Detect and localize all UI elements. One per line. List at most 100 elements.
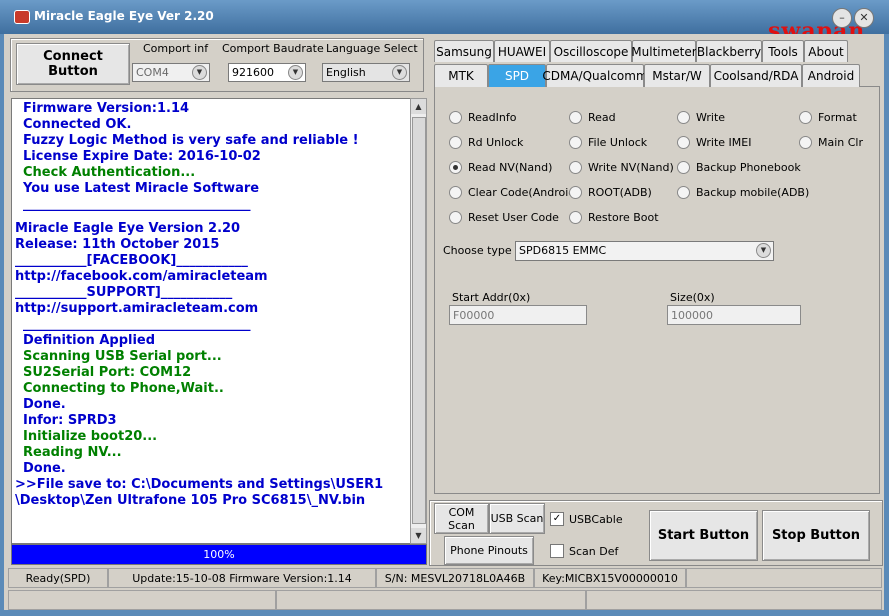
usb-cable-label: USBCable	[569, 512, 623, 526]
log-line: Fuzzy Logic Method is very safe and reli…	[23, 133, 359, 148]
spd-tab-panel: ReadInfo Read Write Format Rd Unlock File Unl…	[434, 86, 880, 494]
tab-mtk[interactable]: MTK	[434, 64, 488, 87]
scroll-up-icon[interactable]: ▲	[411, 99, 426, 114]
tab-spd[interactable]: SPD	[488, 64, 546, 87]
window-title: Miracle Eagle Eye Ver 2.20	[34, 9, 214, 23]
option-backup-mobile-adb-[interactable]: Backup mobile(ADB)	[677, 186, 809, 199]
radio-icon	[449, 136, 462, 149]
option-write[interactable]: Write	[677, 111, 725, 124]
tab-mstar-w[interactable]: Mstar/W	[644, 64, 710, 87]
title-bar[interactable]: Miracle Eagle Eye Ver 2.20 swapan – ✕	[0, 0, 889, 44]
option-reset-user-code[interactable]: Reset User Code	[449, 211, 559, 224]
option-label: Write NV(Nand)	[588, 161, 674, 174]
log-line: Done.	[23, 461, 66, 476]
usb-scan-button[interactable]: USB Scan	[489, 503, 545, 534]
size-label: Size(0x)	[670, 291, 715, 304]
connect-button[interactable]: Connect Button	[16, 43, 130, 85]
minimize-icon[interactable]: –	[832, 8, 852, 28]
log-line: Miracle Eagle Eye Version 2.20	[15, 221, 241, 236]
radio-icon	[677, 136, 690, 149]
start-addr-label: Start Addr(0x)	[452, 291, 531, 304]
option-format[interactable]: Format	[799, 111, 857, 124]
radio-icon	[569, 211, 582, 224]
chevron-down-icon: ▼	[192, 65, 207, 80]
strip-cell-3	[586, 590, 882, 610]
com-scan-button[interactable]: COM Scan	[434, 503, 489, 534]
log-line: You use Latest Miracle Software	[23, 181, 260, 196]
tab-about[interactable]: About	[804, 40, 848, 62]
radio-icon	[449, 211, 462, 224]
option-label: Backup Phonebook	[696, 161, 801, 174]
tab-coolsand-rda[interactable]: Coolsand/RDA	[710, 64, 802, 87]
radio-icon	[677, 161, 690, 174]
choose-type-value: SPD6815 EMMC	[519, 244, 607, 257]
close-icon[interactable]: ✕	[854, 8, 874, 28]
option-backup-phonebook[interactable]: Backup Phonebook	[677, 161, 801, 174]
stop-button[interactable]: Stop Button	[762, 510, 870, 561]
option-label: Read NV(Nand)	[468, 161, 553, 174]
choose-type-select[interactable]: SPD6815 EMMC ▼	[515, 241, 774, 261]
tab-blackberry[interactable]: Blackberry	[696, 40, 762, 62]
baud-label: Comport Baudrate	[222, 42, 324, 55]
status-update: Update:15-10-08 Firmware Version:1.14	[108, 568, 376, 588]
scroll-thumb[interactable]	[412, 117, 426, 524]
option-root-adb-[interactable]: ROOT(ADB)	[569, 186, 652, 199]
progress-text: 100%	[203, 548, 235, 561]
language-value: English	[326, 66, 366, 79]
option-label: Write IMEI	[696, 136, 752, 149]
scan-def-checkbox[interactable]: Scan Def	[550, 544, 618, 558]
status-empty	[686, 568, 882, 588]
log-line: Infor: SPRD3	[23, 413, 117, 428]
tab-oscilloscope[interactable]: Oscilloscope	[550, 40, 632, 62]
option-file-unlock[interactable]: File Unlock	[569, 136, 647, 149]
option-write-nv-nand-[interactable]: Write NV(Nand)	[569, 161, 674, 174]
log-line: Done.	[23, 397, 66, 412]
log-line: ___________[FACEBOOK]___________	[15, 253, 248, 268]
log-line: Connected OK.	[23, 117, 132, 132]
client-area: Connect Button Comport inf COM4 ▼ Comport…	[4, 34, 884, 610]
tab-cdma-qualcomm[interactable]: CDMA/Qualcomm	[542, 64, 648, 87]
strip-cell-2	[276, 590, 586, 610]
log-line: Reading NV...	[23, 445, 122, 460]
status-ready: Ready(SPD)	[8, 568, 108, 588]
size-value: 100000	[671, 309, 713, 322]
status-bar: Ready(SPD) Update:15-10-08 Firmware Vers…	[4, 566, 884, 588]
tab-android[interactable]: Android	[802, 64, 860, 87]
size-field[interactable]: 100000	[667, 305, 801, 325]
log-output[interactable]: Firmware Version:1.14 Connected OK. Fuzzy …	[11, 98, 412, 544]
log-line: http://support.amiracleteam.com	[15, 301, 259, 316]
option-readinfo[interactable]: ReadInfo	[449, 111, 516, 124]
baud-select[interactable]: 921600 ▼	[228, 63, 306, 82]
radio-icon	[449, 161, 462, 174]
checkbox-empty-icon	[550, 544, 564, 558]
start-button[interactable]: Start Button	[649, 510, 758, 561]
usb-cable-checkbox[interactable]: ✓ USBCable	[550, 512, 623, 526]
scroll-down-icon[interactable]: ▼	[411, 528, 426, 543]
log-scrollbar[interactable]: ▲ ▼	[410, 98, 427, 544]
tab-huawei[interactable]: HUAWEI	[494, 40, 550, 62]
tab-tools[interactable]: Tools	[762, 40, 804, 62]
chevron-down-icon: ▼	[392, 65, 407, 80]
check-icon: ✓	[550, 512, 564, 526]
tab-samsung[interactable]: Samsung	[434, 40, 494, 62]
comport-value: COM4	[136, 66, 169, 79]
language-select[interactable]: English ▼	[322, 63, 410, 82]
option-main-clr[interactable]: Main Clr	[799, 136, 863, 149]
comport-select[interactable]: COM4 ▼	[132, 63, 210, 82]
tab-multimeter[interactable]: Multimeter	[631, 40, 697, 62]
bottom-strip	[4, 588, 884, 610]
option-label: Write	[696, 111, 726, 124]
log-line: Initialize boot20...	[23, 429, 158, 444]
option-write-imei[interactable]: Write IMEI	[677, 136, 751, 149]
phone-pinouts-button[interactable]: Phone Pinouts	[444, 536, 534, 565]
log-line: Firmware Version:1.14	[23, 101, 190, 116]
status-key: Key:MICBX15V00000010	[534, 568, 686, 588]
option-clear-code-android-[interactable]: Clear Code(Android)	[449, 186, 580, 199]
option-rd-unlock[interactable]: Rd Unlock	[449, 136, 523, 149]
option-restore-boot[interactable]: Restore Boot	[569, 211, 659, 224]
comport-label: Comport inf	[143, 42, 209, 55]
option-read[interactable]: Read	[569, 111, 616, 124]
option-read-nv-nand-[interactable]: Read NV(Nand)	[449, 161, 552, 174]
start-addr-field[interactable]: F00000	[449, 305, 587, 325]
log-line: Connecting to Phone,Wait..	[23, 381, 224, 396]
